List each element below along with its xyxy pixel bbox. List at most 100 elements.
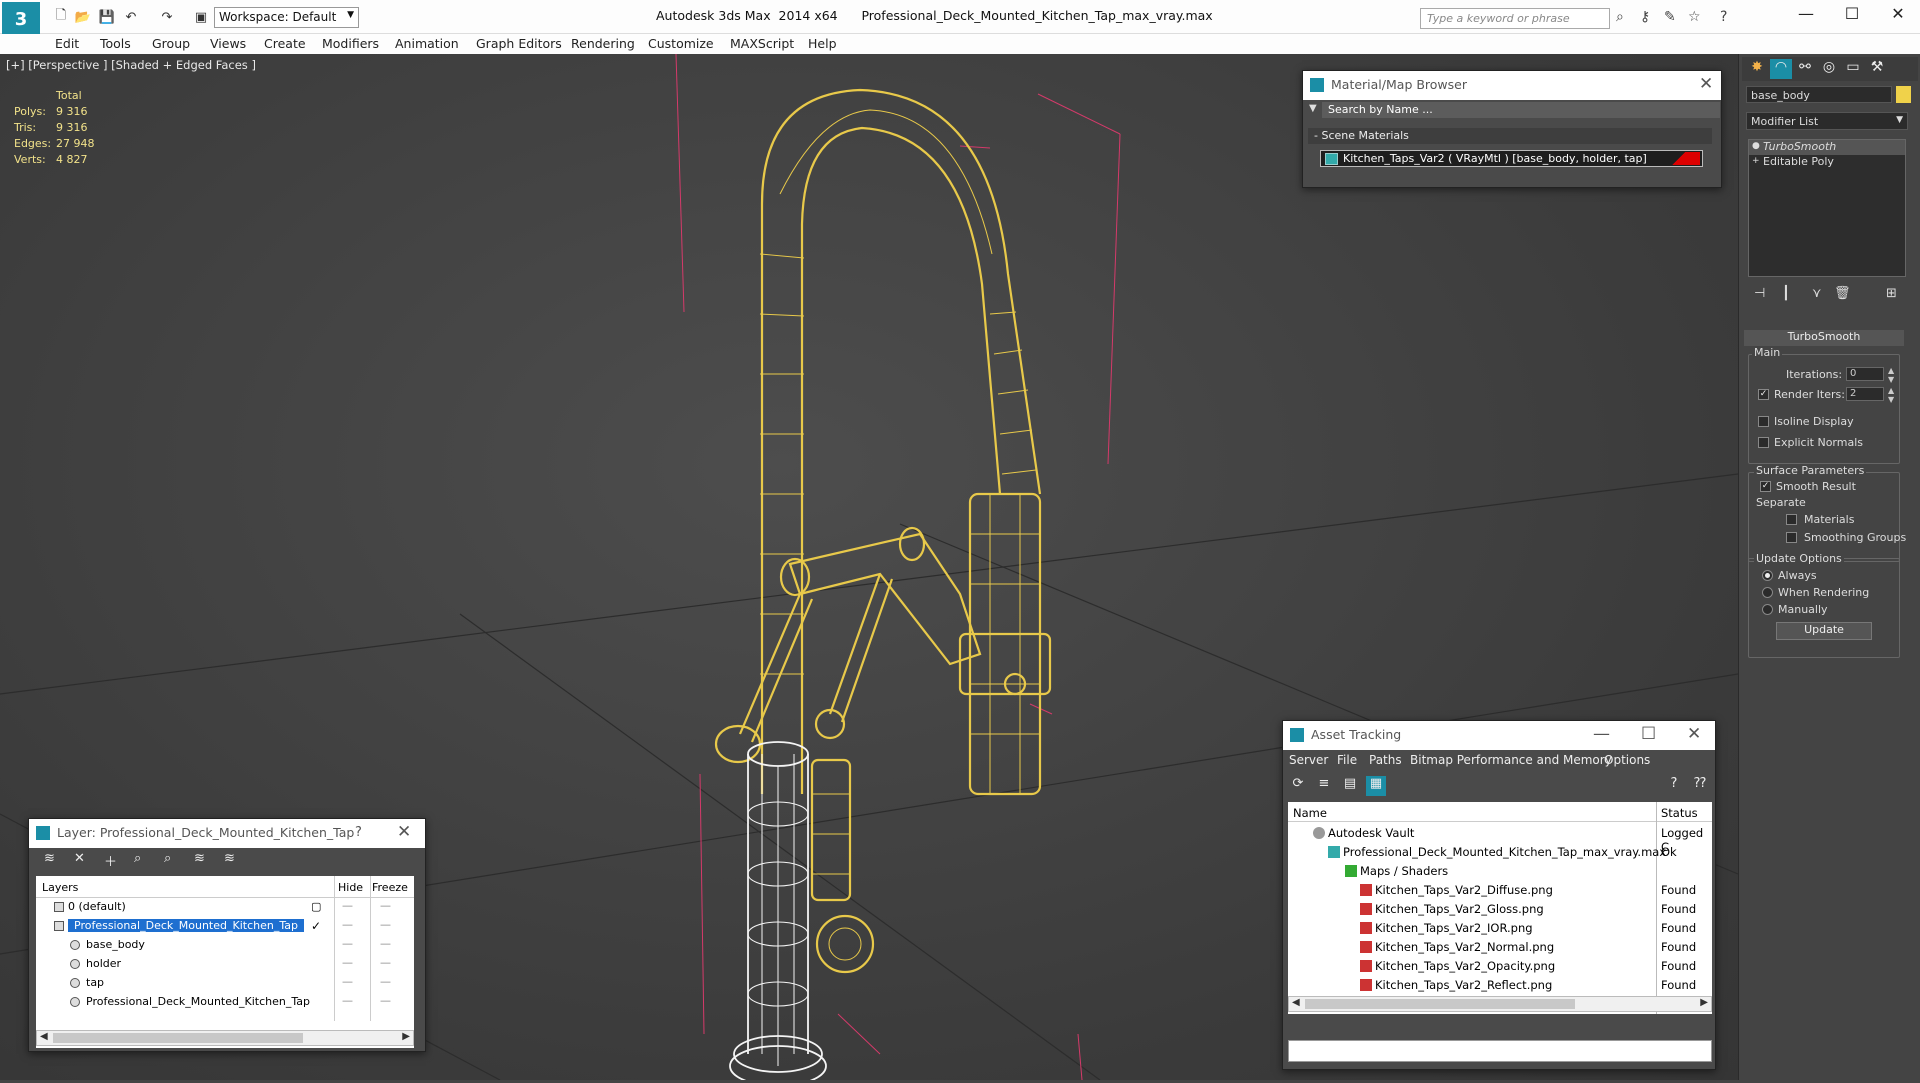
update-when-rendering-radio[interactable] <box>1762 587 1773 598</box>
horizontal-scrollbar[interactable]: ◀ ▶ <box>1288 996 1712 1012</box>
menu-tools[interactable]: Tools <box>100 36 131 51</box>
maximize-icon[interactable]: ☐ <box>1641 724 1656 744</box>
hide-toggle-icon[interactable]: — <box>342 937 353 950</box>
menu-create[interactable]: Create <box>264 36 306 51</box>
modify-tab-icon[interactable]: ◠ <box>1770 59 1792 79</box>
smooth-result-checkbox[interactable]: ✓ <box>1760 481 1771 492</box>
key-icon[interactable]: ⚷ <box>1640 9 1650 25</box>
hierarchy-tab-icon[interactable]: ⚯ <box>1794 59 1816 79</box>
motion-tab-icon[interactable]: ◎ <box>1818 59 1840 79</box>
table-row[interactable]: Professional_Deck_Mounted_Kitchen_Tap_ma… <box>1288 843 1712 862</box>
menu-options[interactable]: Options <box>1604 753 1650 767</box>
column-hide-header[interactable]: Hide <box>338 881 363 894</box>
menu-animation[interactable]: Animation <box>395 36 459 51</box>
isoline-display-checkbox[interactable] <box>1758 416 1769 427</box>
horizontal-scrollbar[interactable]: ◀ ▶ <box>36 1030 414 1046</box>
scrollbar-thumb[interactable] <box>53 1033 303 1043</box>
spinner-arrows-icon[interactable]: ▲ ▼ <box>1888 386 1894 404</box>
freeze-toggle-icon[interactable]: — <box>380 975 391 988</box>
table-row[interactable]: Kitchen_Taps_Var2_Opacity.png Found <box>1288 957 1712 976</box>
communication-icon[interactable]: ✎ <box>1664 9 1676 25</box>
rollout-header[interactable]: TurboSmooth <box>1744 330 1904 346</box>
stack-item-turbosmooth[interactable]: ● TurboSmooth <box>1749 140 1905 155</box>
utilities-tab-icon[interactable]: ⚒ <box>1866 59 1888 79</box>
menu-group[interactable]: Group <box>152 36 190 51</box>
table-view-icon[interactable]: ▦ <box>1366 776 1386 796</box>
scene-materials-header[interactable]: - Scene Materials <box>1308 128 1712 144</box>
minimize-icon[interactable]: — <box>1786 4 1826 23</box>
expand-plus-icon[interactable]: + <box>1752 156 1760 166</box>
refresh-icon[interactable]: ⟳ <box>1288 776 1308 796</box>
remove-modifier-icon[interactable]: 🗑 <box>1834 286 1851 301</box>
menu-server[interactable]: Server <box>1289 753 1328 767</box>
material-entry[interactable]: Kitchen_Taps_Var2 ( VRayMtl ) [base_body… <box>1320 150 1703 167</box>
freeze-toggle-icon[interactable]: — <box>380 994 391 1007</box>
menu-customize[interactable]: Customize <box>648 36 714 51</box>
render-iters-checkbox[interactable]: ✓ <box>1758 389 1769 400</box>
scroll-left-icon[interactable]: ◀ <box>1292 997 1300 1008</box>
column-freeze-header[interactable]: Freeze <box>372 881 408 894</box>
scrollbar-thumb[interactable] <box>1305 999 1575 1009</box>
menu-paths[interactable]: Paths <box>1369 753 1402 767</box>
thumbnail-view-icon[interactable]: ▤ <box>1340 776 1360 796</box>
lightbulb-icon[interactable]: ● <box>1752 141 1760 151</box>
active-layer-check-icon[interactable]: ✓ <box>311 919 321 933</box>
menu-views[interactable]: Views <box>210 36 246 51</box>
spinner-arrows-icon[interactable]: ▲ ▼ <box>1888 366 1894 384</box>
table-row[interactable]: Autodesk Vault Logged C <box>1288 824 1712 854</box>
layer-row[interactable]: 0 (default) ▢ — — <box>36 898 414 917</box>
freeze-toggle-icon[interactable]: — <box>380 937 391 950</box>
pin-stack-icon[interactable]: ⊣ <box>1754 286 1765 301</box>
asset-path-field[interactable] <box>1288 1040 1712 1062</box>
menu-graph-editors[interactable]: Graph Editors <box>476 36 562 51</box>
material-browser-titlebar[interactable]: Material/Map Browser ✕ <box>1303 71 1721 100</box>
table-row[interactable]: Kitchen_Taps_Var2_Diffuse.png Found <box>1288 881 1712 900</box>
material-search-input[interactable]: Search by Name ... <box>1322 102 1720 118</box>
column-status-header[interactable]: Status <box>1661 806 1698 820</box>
iterations-spinner[interactable]: 0 <box>1846 367 1884 381</box>
scroll-right-icon[interactable]: ▶ <box>1700 997 1708 1008</box>
scroll-right-icon[interactable]: ▶ <box>402 1031 410 1042</box>
hide-all-icon[interactable]: ≋ <box>194 851 205 866</box>
stack-item-editable-poly[interactable]: + Editable Poly <box>1749 155 1905 170</box>
table-row[interactable]: Kitchen_Taps_Var2_Normal.png Found <box>1288 938 1712 957</box>
separate-smoothing-groups-checkbox[interactable] <box>1786 532 1797 543</box>
hide-toggle-icon[interactable]: — <box>342 899 353 912</box>
menu-rendering[interactable]: Rendering <box>571 36 635 51</box>
list-view-icon[interactable]: ≡ <box>1314 776 1334 796</box>
maximize-icon[interactable]: ☐ <box>1832 4 1872 23</box>
create-tab-icon[interactable]: ✸ <box>1746 59 1768 79</box>
object-name-field[interactable]: base_body <box>1746 86 1892 103</box>
workspace-dropdown[interactable]: Workspace: Default ▼ <box>214 7 359 28</box>
help-icon[interactable]: ? <box>1720 9 1727 25</box>
hide-toggle-icon[interactable]: — <box>342 918 353 931</box>
help-icon[interactable]: ? <box>355 825 362 840</box>
open-file-icon[interactable]: 📂 <box>72 8 94 26</box>
hide-toggle-icon[interactable]: — <box>342 956 353 969</box>
table-row[interactable]: Kitchen_Taps_Var2_IOR.png Found <box>1288 919 1712 938</box>
column-name-header[interactable]: Name <box>1293 806 1327 820</box>
menu-help[interactable]: Help <box>808 36 837 51</box>
undo-icon[interactable]: ↶ <box>120 8 142 26</box>
update-button[interactable]: Update <box>1776 622 1872 640</box>
layer-row[interactable]: tap — — <box>36 974 414 993</box>
help-search-input[interactable]: Type a keyword or phrase <box>1420 8 1610 29</box>
object-color-swatch[interactable] <box>1896 86 1911 103</box>
context-help-icon[interactable]: ⁇ <box>1690 776 1710 796</box>
menu-file[interactable]: File <box>1337 753 1357 767</box>
select-objects-icon[interactable]: ⌕ <box>134 851 141 866</box>
modifier-list-dropdown[interactable]: Modifier List ▼ <box>1746 112 1908 130</box>
hide-toggle-icon[interactable]: — <box>342 975 353 988</box>
minimize-icon[interactable]: — <box>1593 724 1610 744</box>
new-file-icon[interactable]: 🗋 <box>50 8 72 26</box>
browser-options-icon[interactable]: ▼ <box>1309 103 1317 114</box>
hide-toggle-icon[interactable]: — <box>342 994 353 1007</box>
close-icon[interactable]: ✕ <box>397 822 411 842</box>
layer-row[interactable]: holder — — <box>36 955 414 974</box>
close-icon[interactable]: ✕ <box>1687 724 1701 744</box>
render-iters-spinner[interactable]: 2 <box>1846 387 1884 401</box>
add-to-layer-icon[interactable]: ＋ <box>104 851 117 870</box>
asset-tracking-titlebar[interactable]: Asset Tracking — ☐ ✕ <box>1283 721 1715 750</box>
project-folder-icon[interactable]: ▣ <box>190 8 212 26</box>
menu-edit[interactable]: Edit <box>55 36 79 51</box>
